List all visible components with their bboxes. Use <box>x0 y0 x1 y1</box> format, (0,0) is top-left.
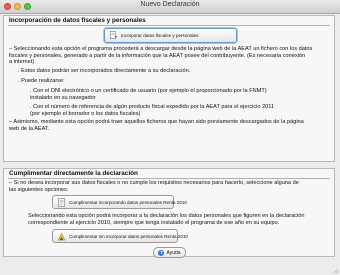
fill-without-personal-data-button[interactable]: Cumplimentar sin incorporar datos person… <box>52 229 188 243</box>
dialog-window: Nuevo Declaración Incorporación de datos… <box>0 0 340 275</box>
fiscal-data-panel: Incorporación de datos fiscales y person… <box>3 15 335 162</box>
section-divider <box>8 25 330 26</box>
fiscal-text-line: web de la AEAT. <box>9 125 50 132</box>
resize-grip-icon[interactable] <box>332 267 339 274</box>
fiscal-text-line: . Estos datos podrán ser incorporados di… <box>18 68 191 74</box>
fiscal-text-line: instalado en su navegador <box>30 94 96 101</box>
fill-with-personal-data-button[interactable]: Cumplimentar incorporando datos personal… <box>52 195 187 209</box>
fiscal-text-line: – Seleccionando esta opción el programa … <box>9 46 313 52</box>
section-divider <box>8 178 330 179</box>
complement-intro-line: – Si no desea incorporar sus datos fisca… <box>9 180 299 186</box>
incorporate-fiscal-data-button[interactable]: Incorporar datos fiscales y personales <box>104 28 237 43</box>
fiscal-text-line: (por ejemplo el borrador o los datos fis… <box>30 110 141 117</box>
fiscal-text-line: a internet) <box>9 59 35 65</box>
title-bar: Nuevo Declaración <box>0 0 340 14</box>
complement-description-line: correspondiente al ejercicio 2010, siemp… <box>28 219 280 226</box>
fill-with-personal-data-label: Cumplimentar incorporando datos personal… <box>69 199 187 205</box>
complement-intro-line: las siguientes opciones: <box>9 186 69 193</box>
fiscal-text-line: . Con el DNI electrónico o un certificad… <box>30 88 267 94</box>
fiscal-section-title: Incorporación de datos fiscales y person… <box>9 17 146 24</box>
help-label: Ayuda <box>166 249 181 256</box>
help-icon: ? <box>158 249 165 256</box>
fiscal-text-line: . Puede realizarse: <box>18 78 65 84</box>
aeat-logo-icon <box>57 231 66 240</box>
form-document-icon <box>58 197 65 207</box>
window-title: Nuevo Declaración <box>140 1 200 8</box>
fiscal-text-line: . Con el número de referencia de algún p… <box>30 104 275 110</box>
incorporate-fiscal-data-label: Incorporar datos fiscales y personales <box>121 33 199 38</box>
fill-without-personal-data-label: Cumplimentar sin incorporar datos person… <box>69 233 188 239</box>
manual-fill-panel: Cumplimentar directamente la declaración… <box>3 168 335 257</box>
fiscal-text-line: fiscales y personales, generado a partir… <box>9 52 306 59</box>
complement-description-line: Seleccionando esta opción podrá incorpor… <box>28 213 305 219</box>
complement-section-title: Cumplimentar directamente la declaración <box>9 170 138 177</box>
document-download-icon <box>110 31 118 39</box>
help-button[interactable]: ? Ayuda <box>153 247 186 258</box>
fiscal-text-line: – Asimismo, mediante esta opción podrá t… <box>9 119 304 125</box>
